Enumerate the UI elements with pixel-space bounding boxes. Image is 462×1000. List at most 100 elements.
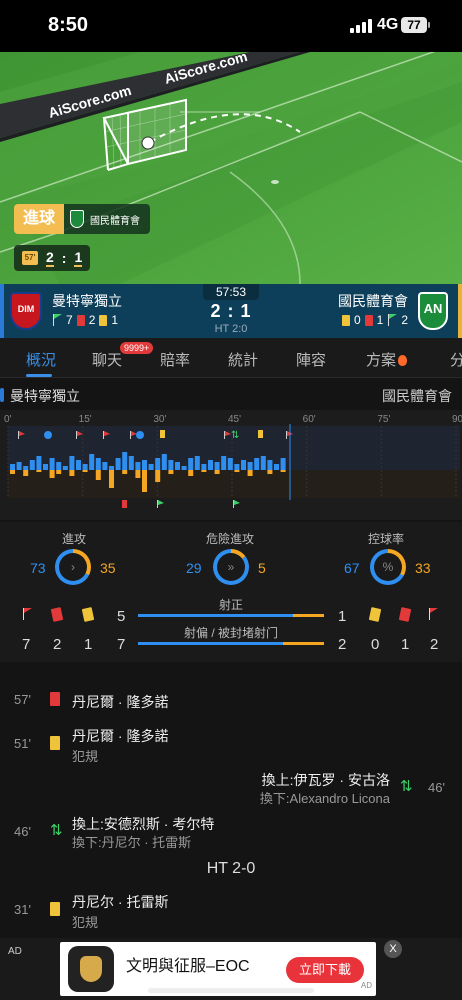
- shots-on-home: 5: [117, 608, 126, 625]
- home-corners: 7: [66, 313, 73, 327]
- home-momentum-bar: [168, 460, 174, 470]
- dangerous-ring: »: [213, 549, 249, 585]
- home-momentum-bar: [260, 456, 266, 470]
- home-momentum-bar: [95, 458, 101, 470]
- tab-more[interactable]: 分: [450, 349, 462, 370]
- tab-stats[interactable]: 統計: [228, 349, 258, 370]
- match-timeline[interactable]: 0' 15' 30' 45' 60' 75' 90' ⇅: [0, 410, 462, 520]
- ad-mark: AD: [360, 981, 372, 990]
- home-indicator[interactable]: [148, 988, 314, 993]
- download-button[interactable]: 立即下載: [286, 957, 364, 983]
- timeline-corner-marker: [157, 500, 158, 508]
- away-momentum-bar: [168, 470, 174, 474]
- home-momentum-bar: [89, 454, 95, 470]
- corner-flag-icon: [52, 314, 62, 326]
- match-header: DIM 曼特寧獨立 7 2 1 57:53 2 : 1 HT 2:0 國民體育會…: [0, 284, 462, 338]
- battery-icon: 77: [401, 17, 427, 33]
- away-corners-count: 2: [430, 636, 439, 653]
- shots-off-home: 7: [117, 636, 126, 653]
- stat-possession-home: 67: [344, 560, 360, 576]
- away-corners: 2: [401, 313, 408, 327]
- stats-panel: 進攻 73 › 35 危險進攻 29 » 5 控球率 67 % 33 5 射正 …: [0, 522, 462, 662]
- timeline-tick-label: 30': [153, 414, 166, 425]
- tab-chat[interactable]: 聊天: [92, 349, 122, 370]
- timeline-corner-marker: [234, 500, 240, 505]
- away-momentum-bar: [23, 470, 29, 476]
- home-momentum-bar: [16, 462, 22, 470]
- home-team-crest-icon[interactable]: DIM: [10, 292, 42, 330]
- status-bar: 8:50 4G 77: [0, 0, 462, 52]
- tab-odds[interactable]: 賠率: [160, 349, 190, 370]
- home-momentum-bar: [23, 466, 29, 470]
- home-momentum-bar: [115, 458, 121, 470]
- away-red-count: 1: [401, 636, 410, 653]
- away-team-crest-icon[interactable]: AN: [418, 292, 448, 330]
- home-momentum-bar: [241, 460, 246, 470]
- home-team-name[interactable]: 曼特寧獨立: [52, 291, 122, 311]
- away-momentum-bar: [214, 470, 220, 474]
- home-momentum-bar: [221, 456, 227, 470]
- live-field-animation[interactable]: AiScore.com AiScore.com 進球 國民體育會 57' 2:…: [0, 52, 462, 284]
- momentum-chart: 0' 15' 30' 45' 60' 75' 90' ⇅: [4, 414, 462, 508]
- timeline-corner-marker: [233, 500, 234, 508]
- away-team-label: 國民體育會: [382, 388, 452, 404]
- red-card-icon: [76, 314, 85, 326]
- goal-event-card: 進球 國民體育會: [14, 204, 151, 234]
- home-momentum-bar: [148, 464, 154, 470]
- red-card-icon: [50, 692, 60, 706]
- home-yellow: 1: [111, 313, 119, 327]
- close-icon[interactable]: X: [384, 940, 402, 958]
- tab-lineup[interactable]: 陣容: [296, 349, 326, 370]
- red-card-icon: [50, 607, 64, 622]
- away-score: 1: [74, 249, 83, 267]
- home-momentum-bar: [280, 458, 286, 470]
- chevron-right-icon: ›: [59, 553, 87, 581]
- stat-dangerous-home: 29: [186, 560, 202, 576]
- home-momentum-bar: [181, 466, 187, 470]
- home-momentum-bar: [208, 460, 213, 470]
- shots-on-bar: [138, 614, 324, 617]
- red-card-icon: [364, 314, 373, 326]
- away-momentum-bar: [56, 470, 62, 474]
- home-corners-count: 7: [22, 636, 31, 653]
- tab-plans[interactable]: 方案: [366, 349, 408, 370]
- away-yellow-count: 0: [371, 636, 380, 653]
- home-momentum-bar: [188, 458, 194, 470]
- goal-label: 進球: [14, 204, 65, 234]
- stat-attack-home: 73: [30, 560, 46, 576]
- away-momentum-bar: [36, 470, 42, 472]
- home-momentum-bar: [142, 460, 147, 470]
- red-card-icon: [398, 607, 412, 622]
- stat-attack-away: 35: [100, 560, 116, 576]
- timeline-corner-marker: [130, 431, 131, 439]
- home-team-label: 曼特寧獨立: [0, 388, 80, 404]
- possession-ring: %: [370, 549, 406, 585]
- ad-label: AD: [8, 946, 22, 957]
- home-momentum-bar: [62, 466, 68, 470]
- corner-flag-icon: [387, 314, 398, 326]
- home-momentum-bar: [36, 456, 42, 470]
- timeline-corner-marker: [76, 431, 77, 439]
- shots-on-away: 1: [338, 608, 347, 625]
- timeline-goal-marker: [44, 431, 52, 439]
- home-momentum-bar: [128, 456, 134, 470]
- halftime-score: HT 2:0: [214, 323, 248, 335]
- timeline-tick-label: 75': [377, 414, 390, 425]
- home-momentum-bar: [214, 462, 220, 470]
- away-momentum-bar: [280, 470, 286, 472]
- away-team-name[interactable]: 國民體育會: [338, 291, 408, 311]
- active-tab-indicator: [26, 374, 52, 377]
- corner-flag-icon: [22, 608, 32, 620]
- network-label: 4G: [377, 16, 399, 33]
- away-momentum-bar: [142, 470, 147, 492]
- timeline-tick-label: 0': [4, 414, 12, 425]
- away-momentum-bar: [49, 470, 55, 478]
- home-momentum-bar: [234, 464, 240, 470]
- tab-overview[interactable]: 概況: [26, 349, 56, 370]
- home-momentum-bar: [254, 458, 260, 470]
- home-card-summary: 7 2 1: [52, 313, 118, 327]
- timeline-tick-label: 45': [228, 414, 241, 425]
- home-yellow-count: 1: [84, 636, 93, 653]
- away-momentum-bar: [95, 470, 101, 480]
- home-red-count: 2: [53, 636, 62, 653]
